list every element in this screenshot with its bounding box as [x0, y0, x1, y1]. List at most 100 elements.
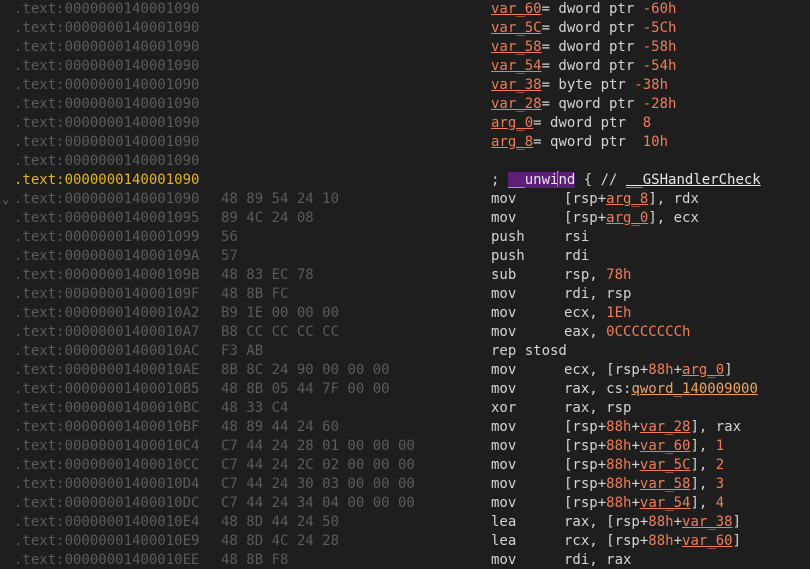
variable-ref[interactable]: var_58: [640, 476, 691, 492]
instruction-operands[interactable]: rax, [rsp+88h+var_38]: [564, 513, 741, 532]
instruction-mnemonic[interactable]: mov: [491, 437, 516, 456]
listing-line[interactable]: .text:0000000140001090: [0, 152, 810, 171]
line-address[interactable]: .text:0000000140001090: [14, 95, 199, 114]
line-address[interactable]: .text:00000001400010D4: [14, 475, 199, 494]
line-address[interactable]: .text:00000001400010DC: [14, 494, 199, 513]
collapse-arrow-icon[interactable]: ⌄: [2, 190, 9, 209]
instruction-mnemonic[interactable]: push: [491, 228, 525, 247]
listing-line[interactable]: .text:00000001400010E4 48 8D 44 24 50 lea r…: [0, 513, 810, 532]
variable-ref[interactable]: var_54: [640, 495, 691, 511]
instruction-mnemonic[interactable]: mov: [491, 323, 516, 342]
listing-line[interactable]: .text:00000001400010AC F3 AB rep stosd: [0, 342, 810, 361]
instruction-mnemonic[interactable]: mov: [491, 304, 516, 323]
listing-line[interactable]: .text:0000000140001090 var_60= dword ptr …: [0, 0, 810, 19]
instruction-operands[interactable]: rax, rsp: [564, 399, 631, 418]
listing-line[interactable]: .text:0000000140001090 var_38= byte ptr -…: [0, 76, 810, 95]
instruction-mnemonic[interactable]: mov: [491, 361, 516, 380]
variable-ref[interactable]: var_38: [682, 514, 733, 530]
instruction-mnemonic[interactable]: lea: [491, 532, 516, 551]
line-address[interactable]: .text:00000001400010BC: [14, 399, 199, 418]
listing-line[interactable]: .text:0000000140001090 arg_8= qword ptr 1…: [0, 133, 810, 152]
instruction-operands[interactable]: rax, cs:qword_140009000: [564, 380, 758, 399]
instruction-mnemonic[interactable]: mov: [491, 190, 516, 209]
listing-line[interactable]: .text:0000000140001090 var_28= qword ptr …: [0, 95, 810, 114]
variable-ref[interactable]: var_38: [491, 77, 542, 93]
instruction-operands[interactable]: [rsp+88h+var_58], 3: [564, 475, 724, 494]
line-address[interactable]: .text:0000000140001090: [14, 133, 199, 152]
instruction-mnemonic[interactable]: push: [491, 247, 525, 266]
listing-line[interactable]: .text:0000000140001090 var_58= dword ptr …: [0, 38, 810, 57]
line-address[interactable]: .text:0000000140001090: [14, 76, 199, 95]
instruction-mnemonic[interactable]: sub: [491, 266, 516, 285]
instruction-operands[interactable]: [rsp+88h+var_28], rax: [564, 418, 741, 437]
listing-line[interactable]: .text:0000000140001090 arg_0= dword ptr 8: [0, 114, 810, 133]
variable-ref[interactable]: var_28: [491, 96, 542, 112]
instruction-operands[interactable]: rsp, 78h: [564, 266, 631, 285]
variable-ref[interactable]: arg_8: [491, 134, 533, 150]
variable-ref[interactable]: arg_0: [491, 115, 533, 131]
listing-line[interactable]: .text:000000014000109B 48 83 EC 78 sub rsp,…: [0, 266, 810, 285]
line-address[interactable]: .text:0000000140001090: [14, 190, 199, 209]
listing-line[interactable]: .text:0000000140001099 56 push rsi: [0, 228, 810, 247]
instruction-mnemonic[interactable]: mov: [491, 285, 516, 304]
listing-line[interactable]: .text:00000001400010E9 48 8D 4C 24 28 lea r…: [0, 532, 810, 551]
variable-ref[interactable]: var_54: [491, 58, 542, 74]
variable-ref[interactable]: arg_0: [682, 362, 724, 378]
listing-line[interactable]: .text:00000001400010B5 48 8B 05 44 7F 00 …: [0, 380, 810, 399]
listing-line[interactable]: .text:00000001400010BC 48 33 C4 xor rax, rs…: [0, 399, 810, 418]
instruction-mnemonic[interactable]: xor: [491, 399, 516, 418]
instruction-operands[interactable]: eax, 0CCCCCCCCh: [564, 323, 690, 342]
line-address[interactable]: .text:000000014000109B: [14, 266, 199, 285]
instruction-mnemonic[interactable]: mov: [491, 551, 516, 569]
line-address[interactable]: .text:00000001400010C4: [14, 437, 199, 456]
variable-ref[interactable]: arg_8: [606, 191, 648, 207]
handler-ref[interactable]: __GSHandlerCheck: [626, 172, 761, 188]
variable-ref[interactable]: var_60: [640, 438, 691, 454]
listing-line[interactable]: .text:0000000140001090 var_54= dword ptr …: [0, 57, 810, 76]
listing-line[interactable]: .text:00000001400010A7 B8 CC CC CC CC mov e…: [0, 323, 810, 342]
variable-ref[interactable]: arg_0: [606, 210, 648, 226]
variable-ref[interactable]: var_58: [491, 39, 542, 55]
line-address[interactable]: .text:000000014000109F: [14, 285, 199, 304]
instruction-operands[interactable]: rdi, rax: [564, 551, 631, 569]
instruction-operands[interactable]: rdi: [564, 247, 589, 266]
line-address[interactable]: .text:00000001400010AE: [14, 361, 199, 380]
listing-line[interactable]: .text:00000001400010CC C7 44 24 2C 02 00 …: [0, 456, 810, 475]
listing-line[interactable]: .text:00000001400010C4 C7 44 24 28 01 00 …: [0, 437, 810, 456]
listing-line[interactable]: .text:0000000140001090; __unwind { // __…: [0, 171, 810, 190]
line-address[interactable]: .text:0000000140001095: [14, 209, 199, 228]
instruction-operands[interactable]: ecx, 1Eh: [564, 304, 631, 323]
line-address[interactable]: .text:0000000140001090: [14, 19, 199, 38]
line-address[interactable]: .text:0000000140001099: [14, 228, 199, 247]
instruction-mnemonic[interactable]: mov: [491, 418, 516, 437]
instruction-operands[interactable]: [rsp+88h+var_5C], 2: [564, 456, 724, 475]
listing-line[interactable]: .text:0000000140001095 89 4C 24 08 mov [rsp…: [0, 209, 810, 228]
listing-line[interactable]: .text:00000001400010AE 8B 8C 24 90 00 00 …: [0, 361, 810, 380]
instruction-mnemonic[interactable]: lea: [491, 513, 516, 532]
listing-line[interactable]: .text:0000000140001090 var_5C= dword ptr …: [0, 19, 810, 38]
listing-line[interactable]: .text:00000001400010D4 C7 44 24 30 03 00 …: [0, 475, 810, 494]
variable-ref[interactable]: var_5C: [491, 20, 542, 36]
line-address[interactable]: .text:00000001400010A2: [14, 304, 199, 323]
line-address[interactable]: .text:0000000140001090: [14, 38, 199, 57]
instruction-operands[interactable]: rsi: [564, 228, 589, 247]
line-address[interactable]: .text:0000000140001090: [14, 57, 199, 76]
instruction-mnemonic[interactable]: mov: [491, 456, 516, 475]
symbol-ref[interactable]: qword_140009000: [631, 381, 757, 397]
instruction-mnemonic[interactable]: mov: [491, 380, 516, 399]
listing-line[interactable]: .text:000000014000109F 48 8B FC mov rdi, rs…: [0, 285, 810, 304]
line-address[interactable]: .text:0000000140001090: [14, 171, 199, 190]
instruction-operands[interactable]: rdi, rsp: [564, 285, 631, 304]
line-address[interactable]: .text:0000000140001090: [14, 114, 199, 133]
line-address[interactable]: .text:00000001400010AC: [14, 342, 199, 361]
line-address[interactable]: .text:0000000140001090: [14, 152, 199, 171]
instruction-operands[interactable]: [rsp+88h+var_54], 4: [564, 494, 724, 513]
line-address[interactable]: .text:00000001400010EE: [14, 551, 199, 569]
line-address[interactable]: .text:00000001400010A7: [14, 323, 199, 342]
instruction-operands[interactable]: [rsp+88h+var_60], 1: [564, 437, 724, 456]
line-address[interactable]: .text:00000001400010BF: [14, 418, 199, 437]
instruction-operands[interactable]: [rsp+arg_8], rdx: [564, 190, 699, 209]
line-address[interactable]: .text:00000001400010E4: [14, 513, 199, 532]
line-address[interactable]: .text:00000001400010CC: [14, 456, 199, 475]
instruction-operands[interactable]: [rsp+arg_0], ecx: [564, 209, 699, 228]
